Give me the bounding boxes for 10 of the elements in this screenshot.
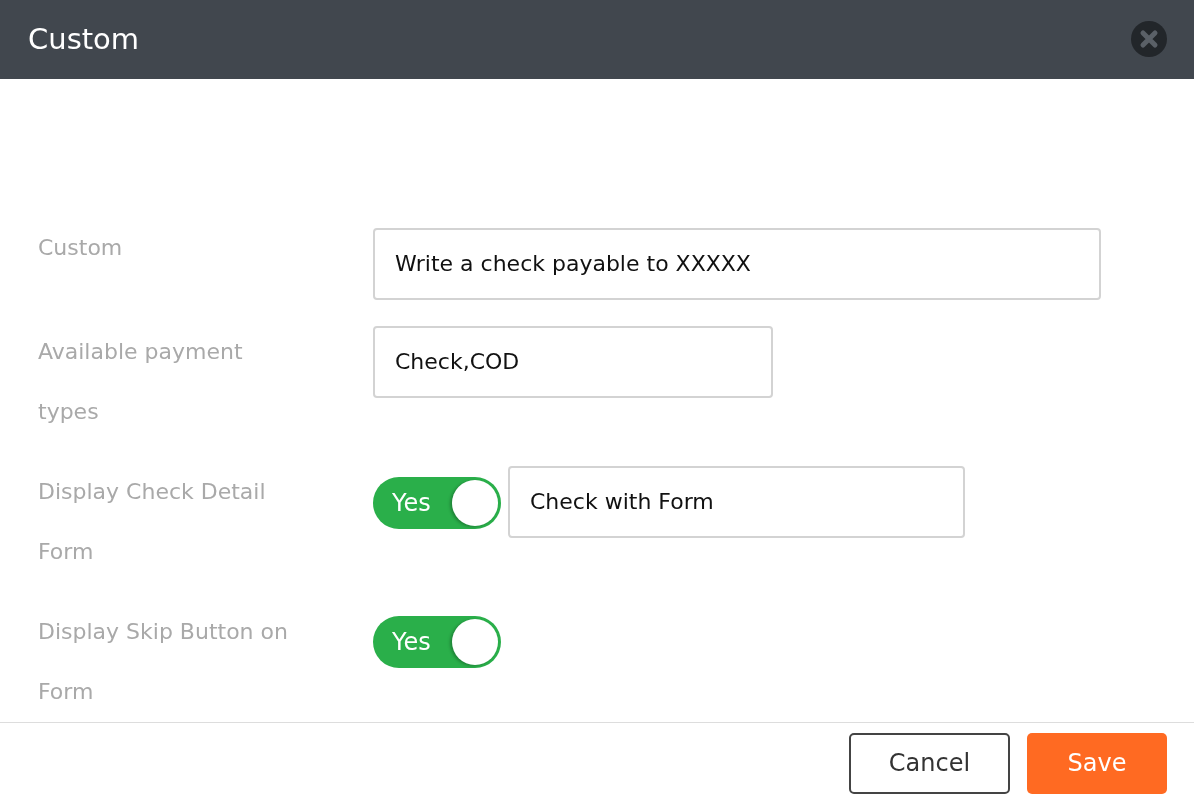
text-field[interactable]: Check,COD bbox=[373, 325, 773, 398]
dialog-title: Custom bbox=[28, 22, 140, 57]
field-label: Display Skip Button on Form bbox=[38, 617, 289, 706]
field-label: Available payment types bbox=[38, 337, 244, 426]
text-field[interactable]: Write a check payable to XXXXX bbox=[373, 227, 1101, 300]
field-label: Display Check Detail Form bbox=[38, 477, 267, 566]
cancel-button[interactable]: Cancel bbox=[849, 732, 1010, 794]
field-label: Custom bbox=[38, 233, 124, 262]
close-icon[interactable] bbox=[1131, 21, 1167, 58]
text-field[interactable]: Check with Form bbox=[508, 465, 965, 538]
